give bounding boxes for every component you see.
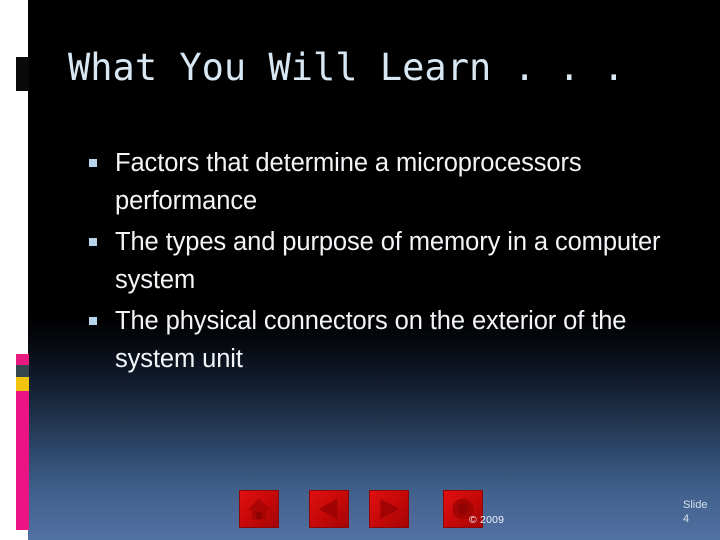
slide-title: What You Will Learn . . . — [68, 46, 625, 89]
square-bullet-icon — [89, 238, 97, 246]
list-item: The types and purpose of memory in a com… — [86, 223, 696, 299]
bullet-text: The types and purpose of memory in a com… — [115, 228, 661, 294]
strip-segment-magenta-top — [16, 354, 29, 365]
strip-segment-teal — [16, 365, 29, 377]
next-slide-button[interactable] — [369, 490, 409, 528]
left-decorative-strip — [0, 0, 29, 540]
triangle-left-icon — [318, 498, 338, 520]
list-item: The physical connectors on the exterior … — [86, 302, 696, 378]
strip-segment-gold — [16, 377, 29, 391]
previous-slide-button[interactable] — [309, 490, 349, 528]
slide-bullet-list: Factors that determine a microprocessors… — [86, 144, 696, 381]
list-item: Factors that determine a microprocessors… — [86, 144, 696, 220]
square-bullet-icon — [89, 159, 97, 167]
strip-black-block — [16, 57, 29, 91]
strip-segment-magenta-bottom — [16, 391, 29, 530]
slide-number-label: Slide 4 — [683, 499, 708, 525]
triangle-right-icon — [380, 498, 400, 520]
home-button[interactable] — [239, 490, 279, 528]
presentation-slide: What You Will Learn . . . Factors that d… — [0, 0, 720, 540]
bullet-text: Factors that determine a microprocessors… — [115, 149, 582, 215]
copyright-text: © 2009 — [469, 514, 505, 526]
square-bullet-icon — [89, 317, 97, 325]
bullet-text: The physical connectors on the exterior … — [115, 307, 627, 373]
home-icon — [247, 498, 271, 520]
